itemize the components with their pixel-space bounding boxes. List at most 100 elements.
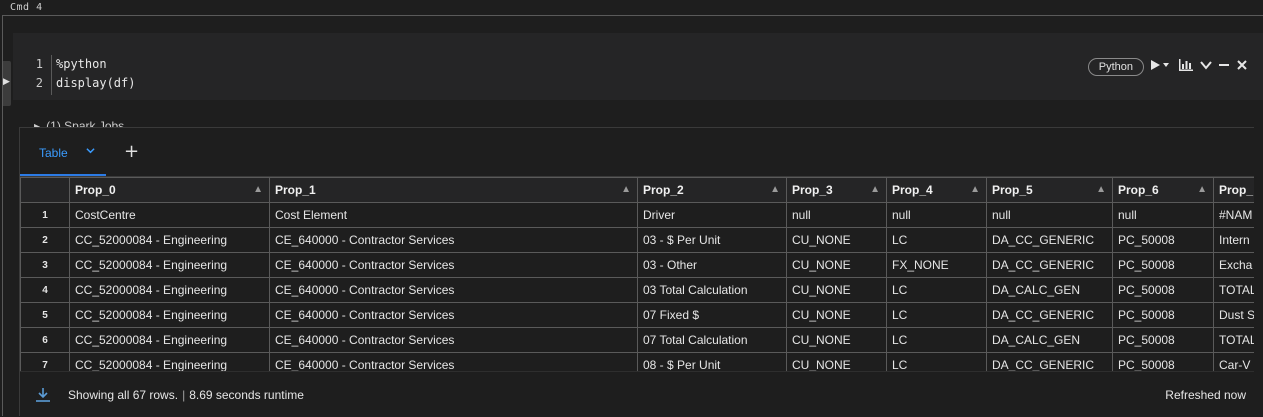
column-header[interactable]: Prop_	[1213, 177, 1254, 203]
table-cell[interactable]: LC	[886, 227, 987, 253]
table-cell[interactable]: PC_50008	[1112, 227, 1214, 253]
table-cell[interactable]: null	[1112, 202, 1214, 228]
table-cell[interactable]: 03 - $ Per Unit	[637, 227, 787, 253]
column-header[interactable]: Prop_3 ▲	[786, 177, 887, 203]
sort-icon[interactable]: ▲	[770, 184, 780, 195]
table-cell[interactable]: null	[786, 202, 887, 228]
language-selector[interactable]: Python	[1087, 58, 1144, 76]
table-row: 3 CC_52000084 - Engineering CE_640000 - Co…	[20, 252, 1254, 278]
table-cell[interactable]: null	[886, 202, 987, 228]
table-cell[interactable]: DA_CALC_GEN	[986, 327, 1113, 353]
table-cell[interactable]: Car-V	[1213, 352, 1254, 371]
table-cell[interactable]: LC	[886, 327, 987, 353]
cell-toolbar: Python	[1087, 58, 1248, 76]
table-cell[interactable]: CostCentre	[69, 202, 270, 228]
table-cell[interactable]: CU_NONE	[786, 352, 887, 371]
table-cell[interactable]: Cost Element	[269, 202, 638, 228]
table-cell[interactable]: LC	[886, 352, 987, 371]
bar-chart-icon[interactable]	[1178, 59, 1194, 75]
chevron-down-icon[interactable]	[1200, 59, 1212, 75]
table-cell[interactable]: CC_52000084 - Engineering	[69, 327, 270, 353]
table-cell[interactable]: CU_NONE	[786, 327, 887, 353]
table-cell[interactable]: TOTAL	[1213, 277, 1254, 303]
table-cell[interactable]: DA_CALC_GEN	[986, 277, 1113, 303]
table-row: 4 CC_52000084 - Engineering CE_640000 - Co…	[20, 277, 1254, 303]
table-cell[interactable]: PC_50008	[1112, 302, 1214, 328]
table-cell[interactable]: CE_640000 - Contractor Services	[269, 277, 638, 303]
sort-icon[interactable]: ▲	[1096, 184, 1106, 195]
add-visualization-button[interactable]: +	[124, 141, 139, 162]
table-cell[interactable]: FX_NONE	[886, 252, 987, 278]
table-cell[interactable]: CU_NONE	[786, 277, 887, 303]
table-cell[interactable]: CU_NONE	[786, 302, 887, 328]
code-editor[interactable]: 1 2 %python display(df) Python	[13, 33, 1263, 100]
row-number-cell: 2	[20, 227, 70, 253]
data-grid: Prop_0 ▲ Prop_1 ▲ Prop_2 ▲ Prop_3 ▲ Prop_4 ▲ …	[20, 177, 1254, 371]
table-cell[interactable]: Driver	[637, 202, 787, 228]
table-cell[interactable]: 07 Total Calculation	[637, 327, 787, 353]
tab-table[interactable]: Table	[20, 128, 106, 176]
table-cell[interactable]: PC_50008	[1112, 327, 1214, 353]
code-line[interactable]: %python	[56, 55, 135, 74]
table-cell[interactable]: CE_640000 - Contractor Services	[269, 227, 638, 253]
table-cell[interactable]: DA_CC_GENERIC	[986, 227, 1113, 253]
table-cell[interactable]: CC_52000084 - Engineering	[69, 302, 270, 328]
column-header[interactable]: Prop_6 ▲	[1112, 177, 1214, 203]
table-cell[interactable]: 08 - $ Per Unit	[637, 352, 787, 371]
code-lines[interactable]: %python display(df)	[56, 55, 135, 93]
table-cell[interactable]: 03 - Other	[637, 252, 787, 278]
sort-icon[interactable]: ▲	[621, 184, 631, 195]
sort-icon[interactable]: ▲	[253, 184, 263, 195]
sort-icon[interactable]: ▲	[970, 184, 980, 195]
column-header[interactable]: Prop_2 ▲	[637, 177, 787, 203]
table-cell[interactable]: 03 Total Calculation	[637, 277, 787, 303]
row-number-cell: 5	[20, 302, 70, 328]
close-icon[interactable]	[1236, 59, 1248, 75]
table-cell[interactable]: PC_50008	[1112, 352, 1214, 371]
table-cell[interactable]: PC_50008	[1112, 252, 1214, 278]
row-number-cell: 6	[20, 327, 70, 353]
download-icon[interactable]	[35, 387, 51, 403]
table-cell[interactable]: DA_CC_GENERIC	[986, 302, 1113, 328]
minus-icon[interactable]	[1218, 59, 1230, 75]
table-cell[interactable]: null	[986, 202, 1113, 228]
results-table: Prop_0 ▲ Prop_1 ▲ Prop_2 ▲ Prop_3 ▲ Prop_4 ▲ …	[20, 177, 1254, 371]
table-cell[interactable]: CE_640000 - Contractor Services	[269, 327, 638, 353]
table-header-row: Prop_0 ▲ Prop_1 ▲ Prop_2 ▲ Prop_3 ▲ Prop_4 ▲ …	[20, 177, 1254, 203]
sort-icon[interactable]: ▲	[1197, 184, 1207, 195]
table-cell[interactable]: CU_NONE	[786, 252, 887, 278]
table-cell[interactable]: CC_52000084 - Engineering	[69, 277, 270, 303]
column-header[interactable]: Prop_5 ▲	[986, 177, 1113, 203]
code-line[interactable]: display(df)	[56, 74, 135, 93]
chevron-down-icon[interactable]	[86, 146, 95, 157]
sort-icon[interactable]: ▲	[870, 184, 880, 195]
table-cell[interactable]: 07 Fixed $	[637, 302, 787, 328]
row-number-header	[20, 177, 70, 203]
table-cell[interactable]: CE_640000 - Contractor Services	[269, 302, 638, 328]
table-cell[interactable]: #NAM	[1213, 202, 1254, 228]
table-cell[interactable]: CC_52000084 - Engineering	[69, 352, 270, 371]
table-cell[interactable]: Dust S	[1213, 302, 1254, 328]
table-cell[interactable]: Intern	[1213, 227, 1254, 253]
status-separator: |	[182, 388, 186, 402]
table-cell[interactable]: TOTAL	[1213, 327, 1254, 353]
table-cell[interactable]: LC	[886, 277, 987, 303]
table-cell[interactable]: CE_640000 - Contractor Services	[269, 252, 638, 278]
table-cell[interactable]: PC_50008	[1112, 277, 1214, 303]
play-dropdown-icon[interactable]	[1150, 59, 1172, 75]
row-count-status: Showing all 67 rows. | 8.69 seconds runtim…	[68, 388, 304, 402]
table-row: 7 CC_52000084 - Engineering CE_640000 - Co…	[20, 352, 1254, 371]
cell-collapse-handle[interactable]: ▶	[3, 61, 11, 106]
table-cell[interactable]: DA_CC_GENERIC	[986, 352, 1113, 371]
table-row: 5 CC_52000084 - Engineering CE_640000 - Co…	[20, 302, 1254, 328]
table-cell[interactable]: CC_52000084 - Engineering	[69, 227, 270, 253]
table-cell[interactable]: CU_NONE	[786, 227, 887, 253]
table-cell[interactable]: CE_640000 - Contractor Services	[269, 352, 638, 371]
table-cell[interactable]: LC	[886, 302, 987, 328]
column-header[interactable]: Prop_1 ▲	[269, 177, 638, 203]
table-cell[interactable]: Excha	[1213, 252, 1254, 278]
column-header[interactable]: Prop_0 ▲	[69, 177, 270, 203]
table-cell[interactable]: DA_CC_GENERIC	[986, 252, 1113, 278]
table-cell[interactable]: CC_52000084 - Engineering	[69, 252, 270, 278]
column-header[interactable]: Prop_4 ▲	[886, 177, 987, 203]
